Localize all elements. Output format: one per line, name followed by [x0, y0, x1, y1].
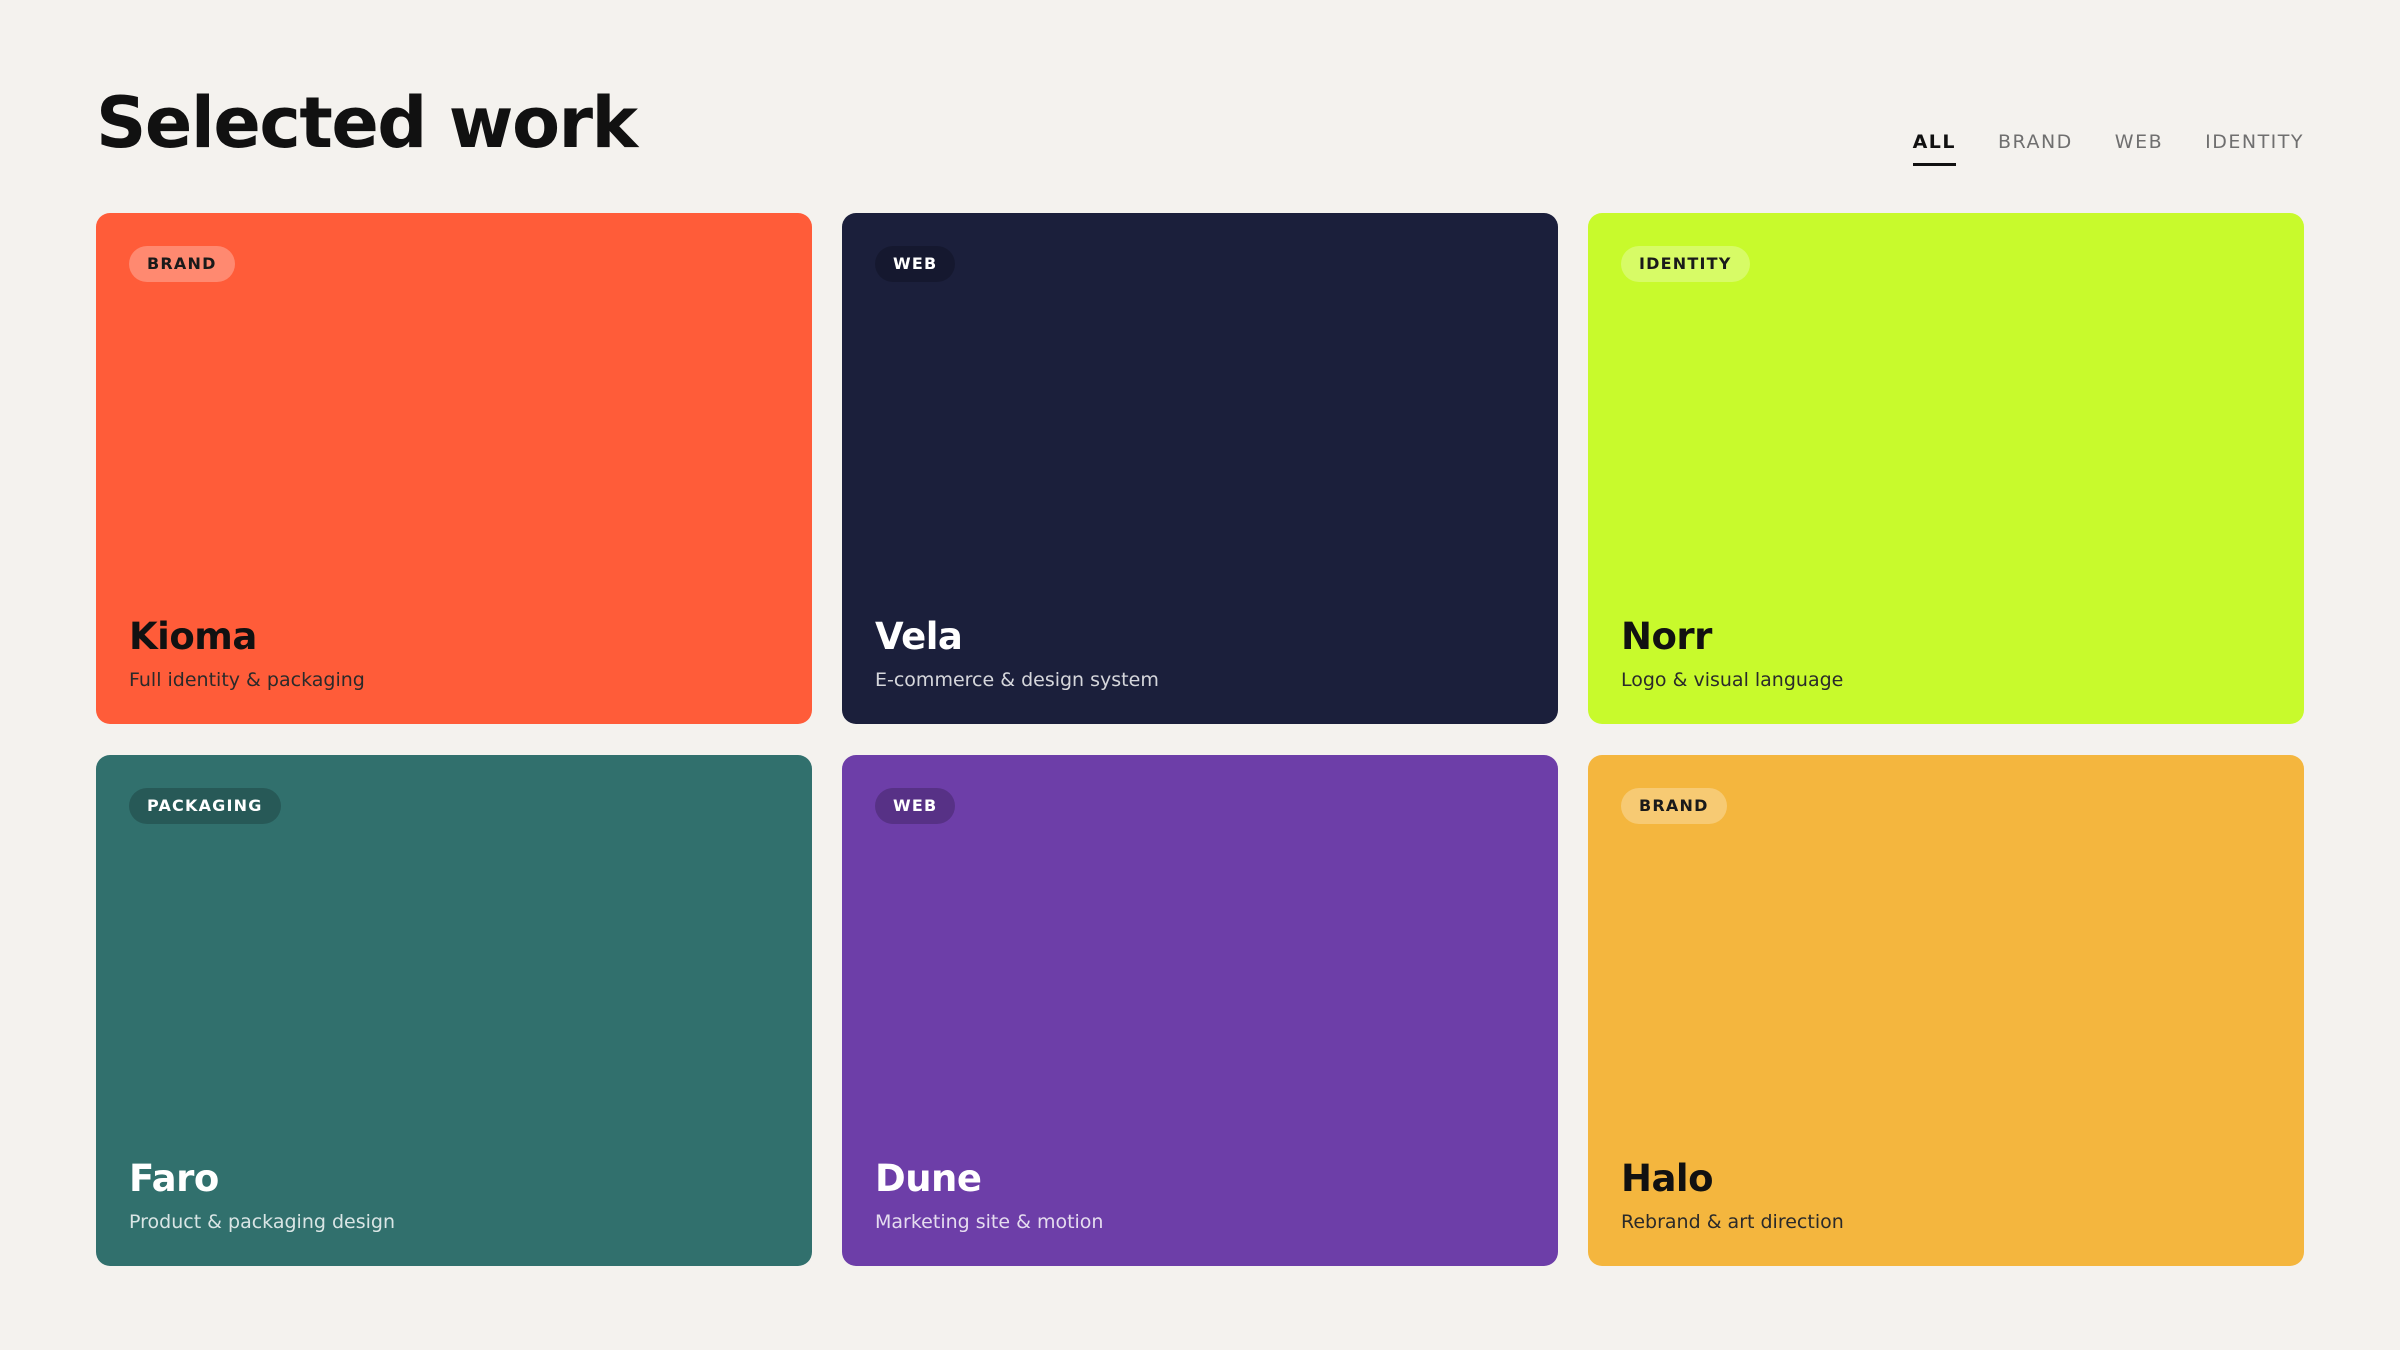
- filter-tab-identity[interactable]: IDENTITY: [2205, 130, 2304, 166]
- project-tag: BRAND: [129, 246, 235, 282]
- project-tag: PACKAGING: [129, 788, 281, 824]
- filter-tab-brand[interactable]: BRAND: [1998, 130, 2073, 166]
- project-card-halo[interactable]: BRAND Halo Rebrand & art direction: [1588, 755, 2304, 1266]
- project-description: Rebrand & art direction: [1621, 1211, 1844, 1233]
- project-card-faro[interactable]: PACKAGING Faro Product & packaging desig…: [96, 755, 812, 1266]
- project-description: Product & packaging design: [129, 1211, 396, 1233]
- project-grid: BRAND Kioma Full identity & packaging WE…: [96, 213, 2304, 1266]
- project-tag: WEB: [875, 246, 956, 282]
- portfolio-page: Selected work ALL BRAND WEB IDENTITY BRA…: [0, 0, 2400, 1350]
- filter-tab-all[interactable]: ALL: [1912, 130, 1956, 166]
- filter-tabs: ALL BRAND WEB IDENTITY: [1912, 130, 2304, 166]
- project-title: Vela: [875, 615, 963, 658]
- page-title: Selected work: [96, 82, 638, 164]
- project-card-dune[interactable]: WEB Dune Marketing site & motion: [842, 755, 1558, 1266]
- project-description: Marketing site & motion: [875, 1211, 1104, 1233]
- project-title: Norr: [1621, 615, 1712, 658]
- project-description: Logo & visual language: [1621, 669, 1844, 691]
- project-card-norr[interactable]: IDENTITY Norr Logo & visual language: [1588, 213, 2304, 724]
- project-card-kioma[interactable]: BRAND Kioma Full identity & packaging: [96, 213, 812, 724]
- project-title: Faro: [129, 1157, 219, 1200]
- project-tag: BRAND: [1621, 788, 1727, 824]
- project-tag: WEB: [875, 788, 956, 824]
- project-card-vela[interactable]: WEB Vela E-commerce & design system: [842, 213, 1558, 724]
- project-title: Kioma: [129, 615, 257, 658]
- project-tag: IDENTITY: [1621, 246, 1750, 282]
- project-title: Halo: [1621, 1157, 1714, 1200]
- project-description: Full identity & packaging: [129, 669, 365, 691]
- project-title: Dune: [875, 1157, 982, 1200]
- filter-tab-web[interactable]: WEB: [2115, 130, 2163, 166]
- project-description: E-commerce & design system: [875, 669, 1159, 691]
